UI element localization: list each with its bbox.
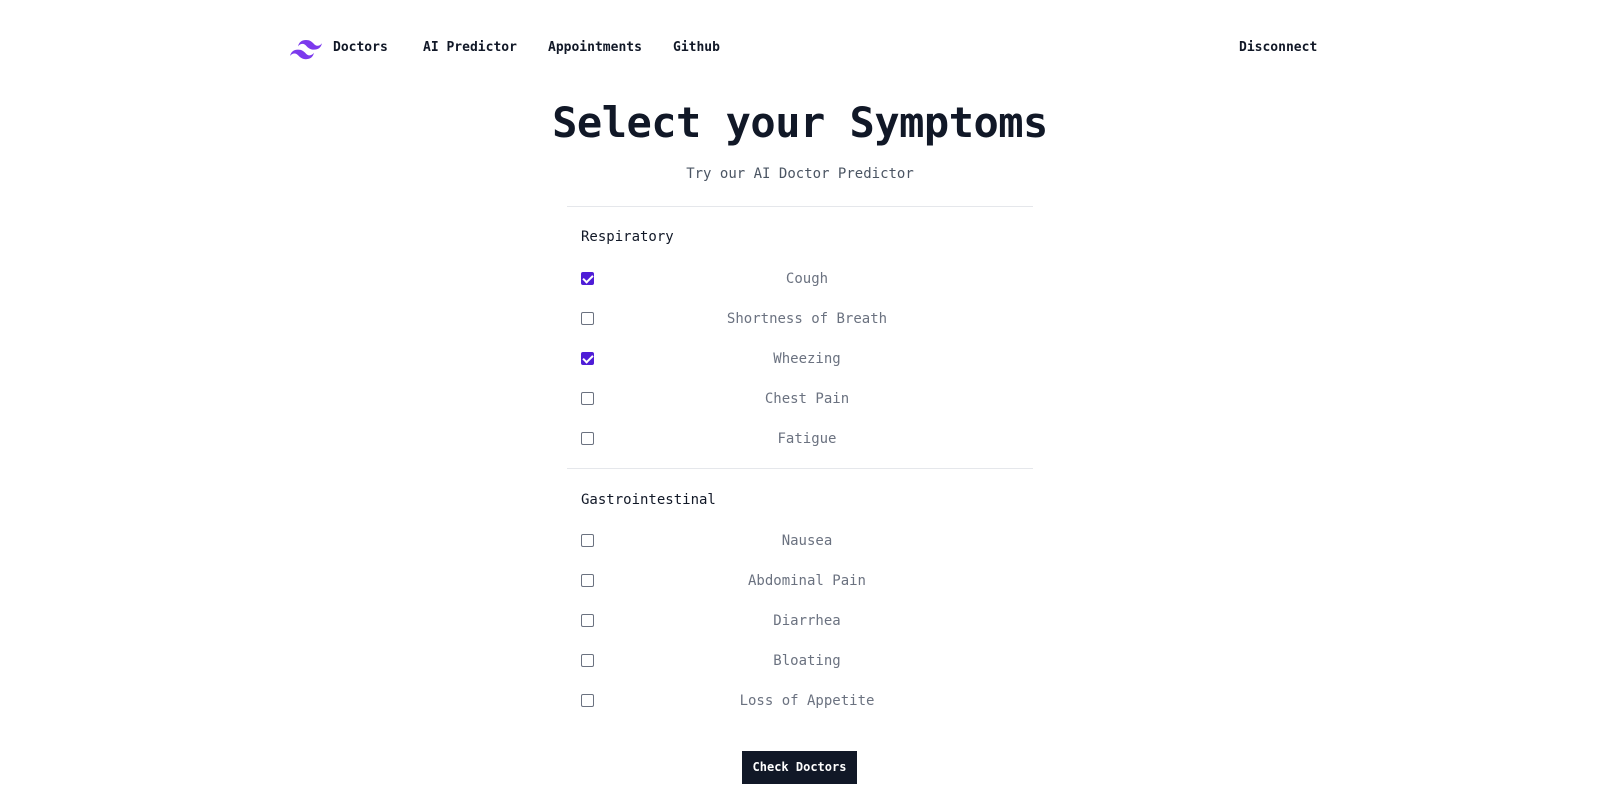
symptom-row-bloating[interactable]: Bloating <box>581 651 1033 671</box>
top-navigation: Doctors AI Predictor Appointments Github… <box>0 0 1600 96</box>
symptom-checkbox[interactable] <box>581 614 594 627</box>
symptom-row-cough[interactable]: Cough <box>581 269 1033 289</box>
symptom-label: Wheezing <box>773 351 841 367</box>
symptom-checkbox[interactable] <box>581 352 594 365</box>
tailwind-logo-icon[interactable] <box>290 36 322 60</box>
symptom-label: Shortness of Breath <box>726 311 888 327</box>
nav-github-link[interactable]: Github <box>673 40 720 56</box>
disconnect-button[interactable]: Disconnect <box>1239 40 1317 56</box>
nav-appointments-link[interactable]: Appointments <box>548 40 642 56</box>
nav-doctors-link[interactable]: Doctors <box>333 40 388 56</box>
section-heading-respiratory: Respiratory <box>581 229 674 245</box>
symptom-label: Cough <box>785 271 829 287</box>
symptom-checkbox[interactable] <box>581 312 594 325</box>
symptom-row-wheezing[interactable]: Wheezing <box>581 349 1033 369</box>
symptom-checkbox[interactable] <box>581 694 594 707</box>
page-title: Select your Symptoms <box>552 98 1048 147</box>
symptom-checkbox[interactable] <box>581 392 594 405</box>
page-subtitle: Try our AI Doctor Predictor <box>686 166 914 182</box>
symptom-label: Fatigue <box>777 431 837 447</box>
nav-ai-predictor-link[interactable]: AI Predictor <box>423 40 517 56</box>
check-doctors-button[interactable]: Check Doctors <box>742 751 857 784</box>
symptom-label: Bloating <box>773 653 841 669</box>
symptom-row-nausea[interactable]: Nausea <box>581 531 1033 551</box>
symptom-row-loss-of-appetite[interactable]: Loss of Appetite <box>581 691 1033 711</box>
symptom-label: Abdominal Pain <box>747 573 866 589</box>
symptom-checkbox[interactable] <box>581 272 594 285</box>
symptom-checkbox[interactable] <box>581 574 594 587</box>
symptom-row-abdominal-pain[interactable]: Abdominal Pain <box>581 571 1033 591</box>
symptom-row-chest-pain[interactable]: Chest Pain <box>581 389 1033 409</box>
symptom-checkbox[interactable] <box>581 432 594 445</box>
section-divider <box>567 468 1033 469</box>
symptom-checkbox[interactable] <box>581 534 594 547</box>
section-divider <box>567 206 1033 207</box>
symptom-label: Chest Pain <box>764 391 850 407</box>
symptom-checkbox[interactable] <box>581 654 594 667</box>
symptom-row-fatigue[interactable]: Fatigue <box>581 429 1033 449</box>
section-heading-gastrointestinal: Gastrointestinal <box>581 492 716 508</box>
symptom-label: Loss of Appetite <box>739 693 875 709</box>
symptom-label: Nausea <box>781 533 833 549</box>
symptom-label: Diarrhea <box>773 613 841 629</box>
symptom-row-diarrhea[interactable]: Diarrhea <box>581 611 1033 631</box>
symptom-row-shortness-of-breath[interactable]: Shortness of Breath <box>581 309 1033 329</box>
